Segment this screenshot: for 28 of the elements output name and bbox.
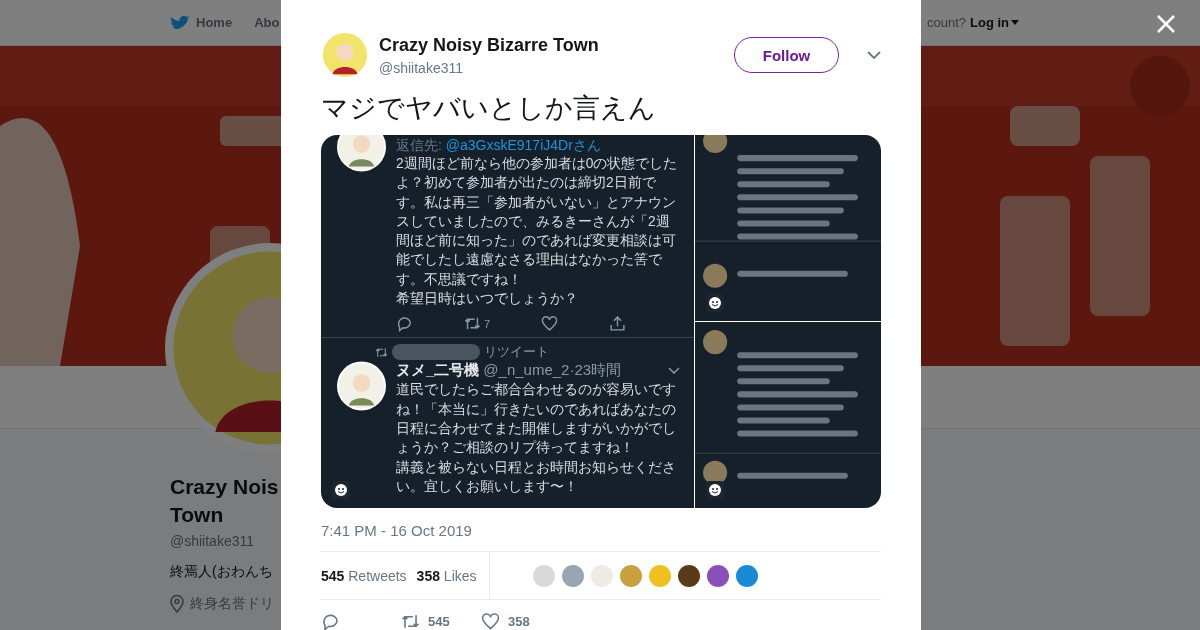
retweet-icon[interactable] xyxy=(401,612,420,630)
smiley-icon[interactable] xyxy=(706,481,724,499)
bird-icon xyxy=(170,14,190,31)
close-icon[interactable] xyxy=(1156,14,1176,34)
action-count: 545 xyxy=(428,614,450,629)
reply-text: 講義と被らない日程とお時間お知らせください。宜しくお願いします〜！ xyxy=(396,458,677,496)
timestamp: 7:41 PM - 16 Oct 2019 xyxy=(321,522,473,539)
liker-avatar[interactable] xyxy=(678,564,700,587)
tweet-meta: @_n_ume_2·23時間 xyxy=(483,361,623,381)
profile-handle: @shiitake311 xyxy=(170,533,254,549)
stat-count[interactable]: 358 Likes xyxy=(416,567,477,584)
profile-name: Crazy Nois xyxy=(170,474,279,500)
reply-icon[interactable] xyxy=(321,612,340,630)
stat-count[interactable]: 545 Retweets xyxy=(321,567,407,584)
heart-icon[interactable] xyxy=(481,612,500,630)
caret-icon[interactable] xyxy=(1011,20,1019,25)
login-link[interactable]: Log in xyxy=(970,15,1019,30)
liker-avatar[interactable] xyxy=(707,564,729,587)
profile-bio: 終焉人(おわんち xyxy=(170,563,273,581)
location-icon xyxy=(170,595,184,613)
action-count: 358 xyxy=(508,614,530,629)
user-name: ヌメ_二号機 xyxy=(396,361,480,381)
smiley-icon[interactable] xyxy=(332,481,350,499)
chevron-icon[interactable] xyxy=(668,367,680,375)
profile-name: Town xyxy=(170,502,224,528)
account-prompt: count? xyxy=(926,15,966,30)
reply-text: 道民でしたらご都合合わせるのが容易いですね！「本当に」行きたいのであればあなたの日程に合わせてまた開催しますがいかがでしょうか？ご相談のリプ待ってますね！ xyxy=(396,381,677,458)
profile-location: 終身名誉ドリ xyxy=(190,595,274,613)
